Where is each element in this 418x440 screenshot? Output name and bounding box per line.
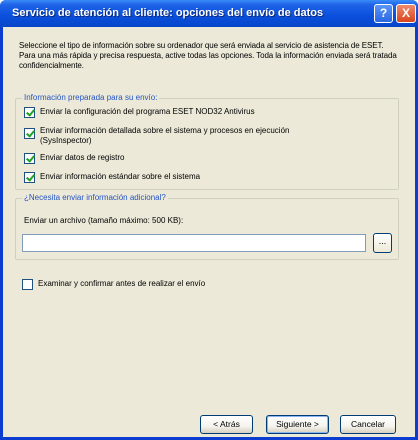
close-button[interactable]: X	[396, 4, 416, 23]
checkbox-row-logs[interactable]: Enviar datos de registro	[24, 153, 125, 164]
prepared-info-legend: Información preparada para su envío:	[22, 93, 160, 102]
dialog-body: Seleccione el tipo de información sobre …	[3, 27, 415, 437]
title-bar[interactable]: Servicio de atención al cliente: opcione…	[0, 0, 418, 27]
confirm-checkbox[interactable]	[22, 279, 33, 290]
next-button[interactable]: Siguiente >	[266, 415, 329, 434]
config-checkbox[interactable]	[24, 107, 35, 118]
browse-button[interactable]: ...	[373, 233, 392, 253]
window-title: Servicio de atención al cliente: opcione…	[12, 7, 324, 19]
confirm-checkbox-label: Examinar y confirmar antes de realizar e…	[38, 279, 206, 288]
prepared-info-group: Información preparada para su envío: Env…	[15, 93, 399, 190]
sysinfo-checkbox-label: Enviar información estándar sobre el sis…	[40, 172, 201, 181]
cancel-button[interactable]: Cancelar	[340, 415, 396, 434]
file-label: Enviar un archivo (tamaño máximo: 500 KB…	[24, 216, 184, 225]
config-checkbox-label: Enviar la configuración del programa ESE…	[40, 107, 255, 116]
logs-checkbox[interactable]	[24, 153, 35, 164]
sysinspector-checkbox-label-cont: (SysInspector)	[40, 136, 92, 145]
file-path-input[interactable]	[22, 234, 366, 252]
help-button[interactable]: ?	[374, 4, 393, 23]
checkbox-row-confirm[interactable]: Examinar y confirmar antes de realizar e…	[22, 279, 205, 290]
sysinspector-label-wrap: Enviar información detallada sobre el si…	[40, 126, 289, 146]
sysinspector-checkbox[interactable]	[24, 128, 35, 139]
sysinspector-checkbox-label: Enviar información detallada sobre el si…	[40, 126, 290, 135]
back-button[interactable]: < Atrás	[200, 415, 253, 434]
sysinfo-checkbox[interactable]	[24, 172, 35, 183]
dialog-window: Servicio de atención al cliente: opcione…	[0, 0, 418, 440]
additional-info-legend: ¿Necesita enviar información adicional?	[22, 193, 168, 202]
intro-text: Seleccione el tipo de información sobre …	[19, 41, 397, 70]
checkbox-row-sysinspector[interactable]: Enviar información detallada sobre el si…	[24, 126, 289, 146]
logs-checkbox-label: Enviar datos de registro	[40, 153, 125, 162]
checkbox-row-sysinfo[interactable]: Enviar información estándar sobre el sis…	[24, 172, 200, 183]
additional-info-group: ¿Necesita enviar información adicional? …	[15, 193, 399, 260]
checkbox-row-config[interactable]: Enviar la configuración del programa ESE…	[24, 107, 255, 118]
